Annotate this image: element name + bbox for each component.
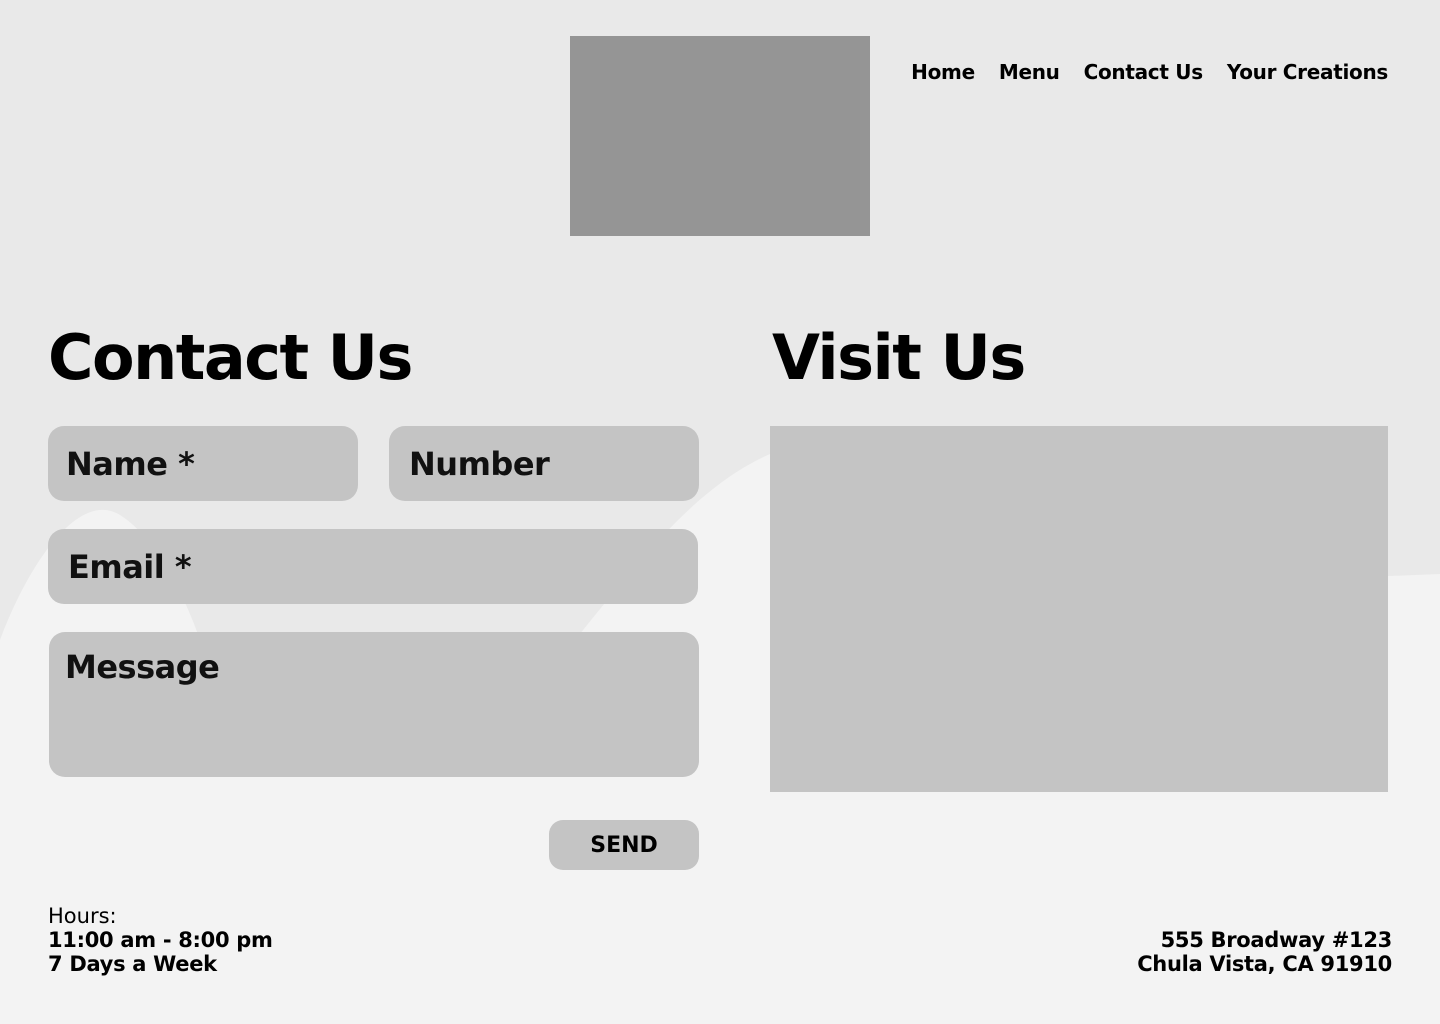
hours-label: Hours: [48,904,117,928]
nav-contact-link[interactable]: Contact Us [1084,60,1204,84]
name-field[interactable] [48,426,358,501]
number-field[interactable] [389,426,699,501]
contact-heading: Contact Us [48,321,413,394]
nav-home-link[interactable]: Home [911,60,975,84]
message-field[interactable] [49,632,699,777]
hours-time: 11:00 am - 8:00 pm [48,928,273,952]
hours-days: 7 Days a Week [48,952,217,976]
visit-heading: Visit Us [772,321,1026,394]
address-block: 555 Broadway #123 Chula Vista, CA 91910 [1137,928,1392,976]
send-button[interactable]: SEND [549,820,699,870]
email-field[interactable] [48,529,698,604]
main-nav: Home Menu Contact Us Your Creations [911,60,1388,84]
nav-creations-link[interactable]: Your Creations [1227,60,1388,84]
logo-placeholder [570,36,870,236]
hours-block: Hours: 11:00 am - 8:00 pm 7 Days a Week [48,904,273,976]
address-line-1: 555 Broadway #123 [1160,928,1393,952]
map-placeholder[interactable] [770,426,1388,792]
address-line-2: Chula Vista, CA 91910 [1137,952,1392,976]
nav-menu-link[interactable]: Menu [999,60,1060,84]
